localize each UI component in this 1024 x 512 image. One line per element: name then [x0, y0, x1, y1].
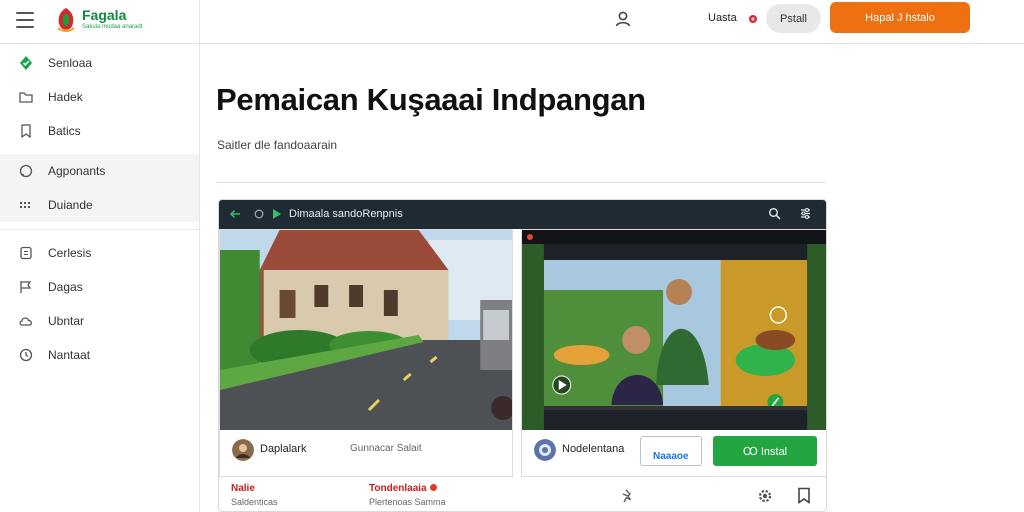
channel-meta: Gunnacar Salait: [350, 443, 422, 454]
sidebar-item-dagas[interactable]: Dagas: [0, 270, 199, 304]
sliders-icon[interactable]: [799, 207, 812, 220]
status-dot-icon: [429, 484, 437, 491]
panel-toolbar-title: Dimaala sandoRenpnis: [289, 208, 403, 220]
channel-name[interactable]: Daplalark: [260, 443, 306, 455]
sidebar-divider: [199, 0, 200, 512]
brand-tagline: Sakula mudaa anaradt: [82, 24, 143, 30]
brand-logo-icon: [57, 8, 75, 32]
pin-icon[interactable]: [621, 489, 635, 503]
sidebar-item-cerlesis[interactable]: Cerlesis: [0, 236, 199, 270]
chat-icon: [19, 164, 33, 178]
install-primary-button[interactable]: Hapal J hstalo: [830, 2, 970, 33]
folder-icon: [19, 92, 33, 103]
media-card-footer: Daplalark Gunnacar Salait: [220, 430, 512, 476]
media-card-footer: Nodelentana Naaaoe Ꝏ Instal: [522, 430, 826, 476]
clock-icon: [19, 348, 33, 362]
sidebar-item-label: Ubntar: [48, 314, 85, 328]
media-card[interactable]: Daplalark Gunnacar Salait: [219, 229, 513, 477]
sidebar-item-label: Senloaa: [48, 56, 93, 70]
page-subtitle: Saitler dle fandoaarain: [217, 138, 338, 152]
sidebar-item-hadek[interactable]: Hadek: [0, 80, 199, 114]
nav-divider: [0, 222, 199, 230]
user-icon[interactable]: [614, 10, 632, 28]
page-title: Pemaican Kuşaaai Indpangan: [216, 82, 646, 117]
preview-panel: Dimaala sandoRenpnis Daplalark Gunnacar …: [218, 199, 827, 512]
code-field[interactable]: Naaaoe: [640, 436, 702, 466]
flag-icon: [20, 281, 32, 293]
sidebar-item-label: Agponants: [48, 164, 106, 178]
install-button[interactable]: Ꝏ Instal: [713, 436, 817, 466]
sidebar-item-senloaa[interactable]: Senloaa: [0, 46, 199, 80]
sidebar-item-batics[interactable]: Batics: [0, 114, 199, 148]
sidebar-item-label: Dagas: [48, 280, 83, 294]
back-arrow-icon[interactable]: [229, 208, 241, 220]
brand-name: Fagala: [82, 7, 127, 23]
language-label[interactable]: Uasta: [708, 12, 737, 24]
avatar[interactable]: [534, 439, 556, 461]
sidebar-item-label: Duiande: [48, 198, 93, 212]
content-divider: [216, 182, 826, 183]
search-icon[interactable]: [768, 207, 781, 220]
install-secondary-button[interactable]: Pstall: [766, 4, 821, 33]
brand[interactable]: Fagala Sakula mudaa anaradt: [82, 8, 142, 30]
refresh-icon[interactable]: [254, 209, 264, 219]
sidebar-item-nantaat[interactable]: Nantaat: [0, 338, 199, 372]
top-bar: Fagala Sakula mudaa anaradt Uasta Pstall…: [0, 0, 1024, 44]
sidebar: Senloaa Hadek Batics Agponants Duiande C…: [0, 46, 199, 372]
panel-toolbar: Dimaala sandoRenpnis: [219, 200, 826, 229]
grid-icon: [20, 202, 30, 208]
media-card[interactable]: Nodelentana Naaaoe Ꝏ Instal: [521, 229, 827, 477]
gear-icon[interactable]: [757, 488, 773, 504]
menu-icon[interactable]: [16, 12, 34, 28]
play-icon: [273, 209, 281, 219]
sidebar-item-label: Cerlesis: [48, 246, 92, 260]
food-vlog-thumbnail[interactable]: [522, 230, 827, 430]
street-house-thumbnail[interactable]: [220, 230, 512, 430]
sidebar-item-agponants[interactable]: Agponants: [0, 154, 199, 188]
bottom-item-title[interactable]: Tondenlaaia: [369, 483, 437, 494]
bottom-item-title-text: Tondenlaaia: [369, 483, 427, 494]
sidebar-item-ubntar[interactable]: Ubntar: [0, 304, 199, 338]
sidebar-item-label: Nantaat: [48, 348, 91, 362]
channel-name[interactable]: Nodelentana: [562, 443, 624, 455]
document-icon: [20, 246, 32, 260]
panel-bottom-row: Nalie Saldenticas Tondenlaaia Plertenoas…: [219, 479, 826, 511]
sidebar-item-duiande[interactable]: Duiande: [0, 188, 199, 222]
flower-icon: [749, 15, 757, 23]
bottom-item-subtitle: Saldenticas: [231, 497, 278, 507]
bottom-item-subtitle: Plertenoas Samma: [369, 497, 446, 507]
bottom-item-title[interactable]: Nalie: [231, 483, 255, 494]
sidebar-item-label: Batics: [48, 124, 81, 138]
sidebar-item-label: Hadek: [48, 90, 83, 104]
bookmark-icon[interactable]: [796, 487, 812, 504]
avatar[interactable]: [232, 439, 254, 461]
cloud-icon: [19, 317, 32, 326]
check-badge-icon: [20, 56, 32, 70]
bookmark-icon: [21, 124, 31, 139]
